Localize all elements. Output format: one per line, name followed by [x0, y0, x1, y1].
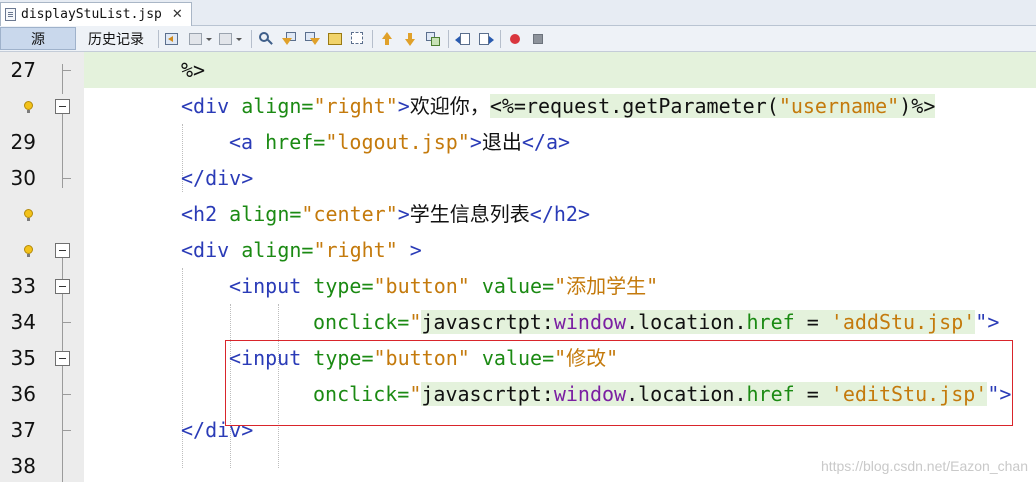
back-icon[interactable] — [164, 31, 180, 47]
toggle-bookmark-icon[interactable] — [425, 31, 441, 47]
code-text: onclick="javascrtpt:window.location.href… — [313, 310, 1000, 334]
shift-left-icon[interactable] — [455, 31, 471, 47]
editor-toolbar: 源 历史记录 — [0, 26, 1036, 52]
source-view-button[interactable]: 源 — [0, 27, 76, 50]
toolbar-separator — [448, 30, 449, 48]
forward-icon[interactable] — [188, 31, 212, 47]
jsp-file-icon — [5, 8, 16, 21]
code-text: <input type="button" value="添加学生" — [229, 274, 659, 298]
line-number: 38 — [10, 454, 36, 478]
code-text: %> — [181, 58, 206, 82]
toolbar-separator — [158, 30, 159, 48]
line-number: 33 — [10, 274, 36, 298]
record-macro-icon[interactable] — [507, 31, 523, 47]
code-text: <a href="logout.jsp">退出</a> — [229, 130, 571, 154]
fold-toggle-icon[interactable] — [55, 279, 70, 294]
line-number: 35 — [10, 346, 36, 370]
editor-tab-bar: displayStuList.jsp ✕ — [0, 0, 1036, 26]
close-tab-icon[interactable]: ✕ — [172, 8, 183, 21]
next-bookmark-icon[interactable] — [402, 31, 418, 47]
annotation-highlight-box — [225, 340, 1013, 426]
stop-macro-icon[interactable] — [530, 31, 546, 47]
fold-toggle-icon[interactable] — [55, 99, 70, 114]
prev-bookmark-icon[interactable] — [379, 31, 395, 47]
fold-toggle-icon[interactable] — [55, 243, 70, 258]
code-line[interactable]: <div align="right" > — [0, 232, 1036, 268]
code-text: <h2 align="center">学生信息列表</h2> — [181, 202, 591, 226]
code-line[interactable]: 30 </div> — [0, 160, 1036, 196]
code-text: </div> — [181, 166, 254, 190]
editor-tab-displaystulist[interactable]: displayStuList.jsp ✕ — [0, 2, 192, 26]
toolbar-separator — [500, 30, 501, 48]
line-number: 29 — [10, 130, 36, 154]
line-number: 34 — [10, 310, 36, 334]
line-number: 36 — [10, 382, 36, 406]
line-number: 37 — [10, 418, 36, 442]
line-number: 30 — [10, 166, 36, 190]
code-line[interactable]: <h2 align="center">学生信息列表</h2> — [0, 196, 1036, 232]
hint-bulb-icon[interactable] — [24, 209, 33, 221]
shift-right-icon[interactable] — [478, 31, 494, 47]
find-icon[interactable] — [258, 31, 274, 47]
toggle-rect-select-icon[interactable] — [350, 31, 366, 47]
find-next-icon[interactable] — [304, 31, 320, 47]
hint-bulb-icon[interactable] — [24, 101, 33, 113]
watermark-text: https://blog.csdn.net/Eazon_chan — [820, 458, 1028, 474]
code-editor[interactable]: 27 %> <div align="right">欢迎你，<%=request.… — [0, 52, 1036, 482]
hint-bulb-icon[interactable] — [24, 245, 33, 257]
code-text: <div align="right">欢迎你，<%=request.getPar… — [181, 94, 936, 118]
find-prev-icon[interactable] — [281, 31, 297, 47]
code-line[interactable]: 27 %> — [0, 52, 1036, 88]
code-line[interactable]: 33 <input type="button" value="添加学生" — [0, 268, 1036, 304]
toolbar-separator — [372, 30, 373, 48]
code-line[interactable]: 29 <a href="logout.jsp">退出</a> — [0, 124, 1036, 160]
history-view-button[interactable]: 历史记录 — [78, 27, 154, 50]
tab-filename: displayStuList.jsp — [21, 7, 162, 22]
toggle-highlight-icon[interactable] — [327, 31, 343, 47]
code-text: <div align="right" > — [181, 238, 422, 262]
fold-toggle-icon[interactable] — [55, 351, 70, 366]
code-line[interactable]: 34 onclick="javascrtpt:window.location.h… — [0, 304, 1036, 340]
code-line[interactable]: <div align="right">欢迎你，<%=request.getPar… — [0, 88, 1036, 124]
line-number: 27 — [10, 58, 36, 82]
last-edit-icon[interactable] — [218, 31, 242, 47]
toolbar-separator — [251, 30, 252, 48]
